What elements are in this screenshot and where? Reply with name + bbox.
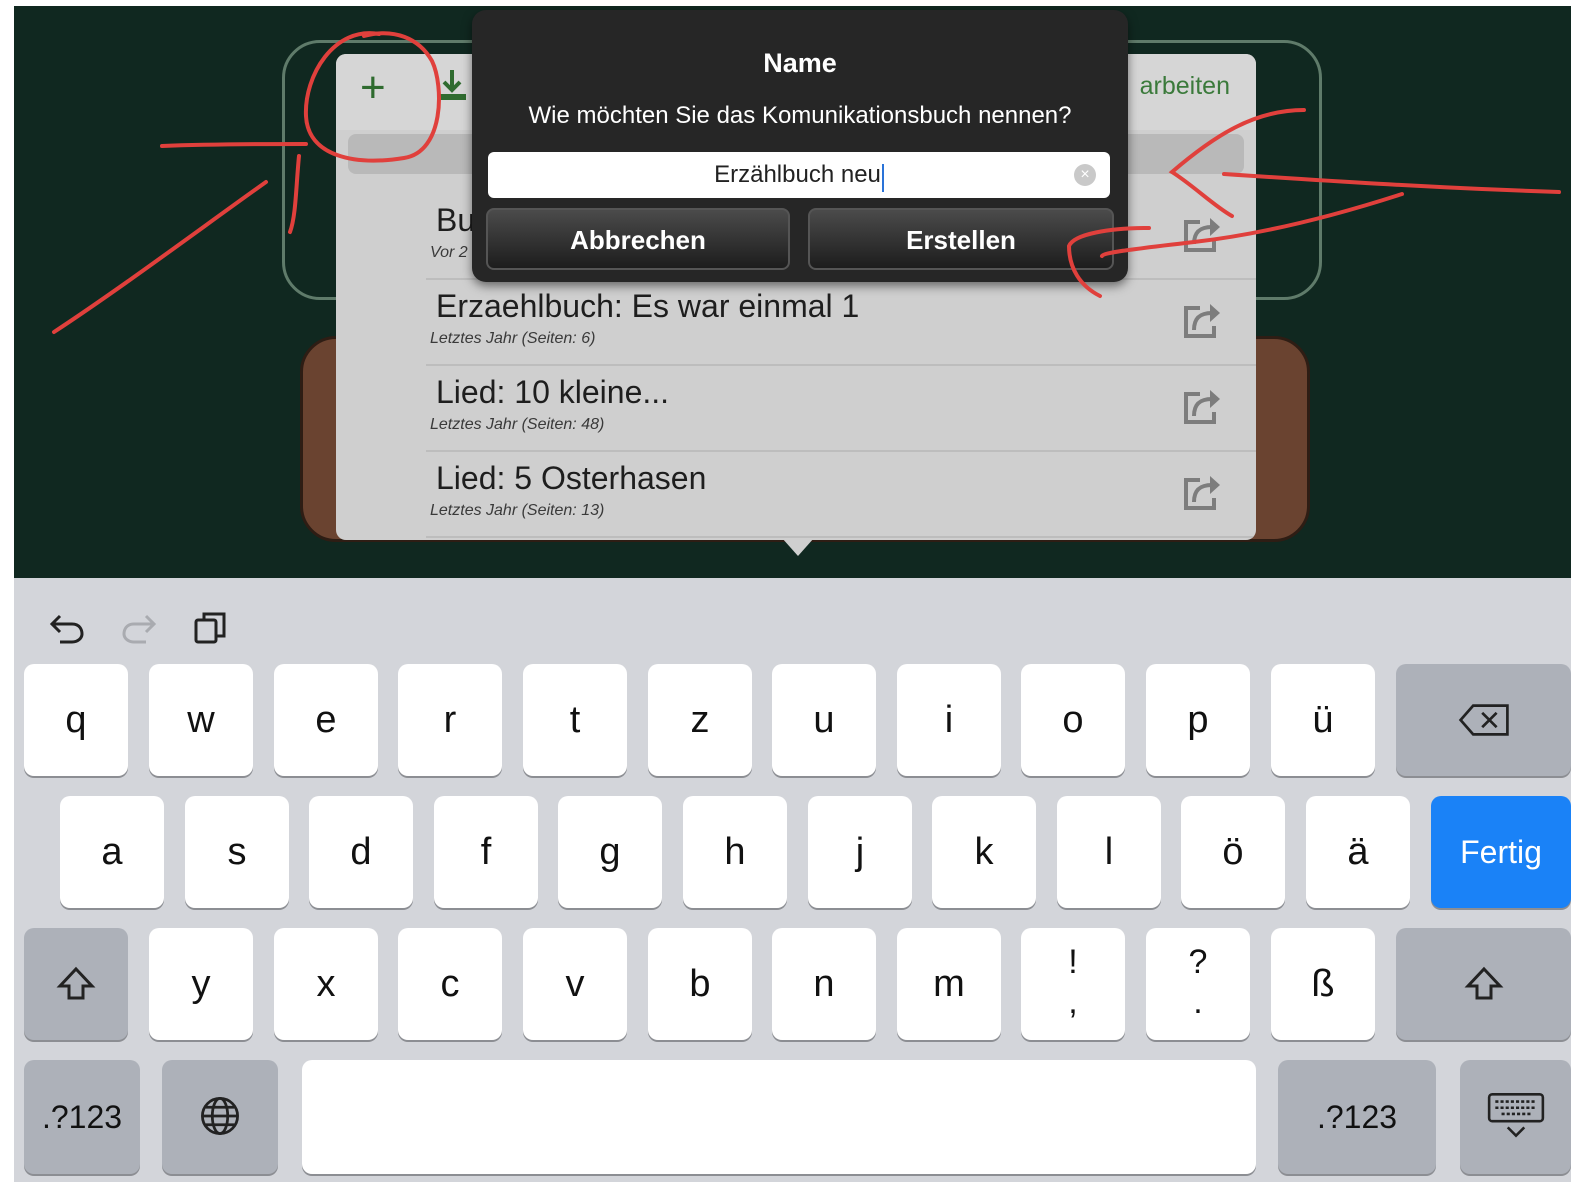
share-icon[interactable] — [1180, 298, 1224, 342]
done-key[interactable]: Fertig — [1431, 796, 1571, 908]
key-top-char: ? — [1188, 943, 1208, 981]
paste-icon[interactable] — [190, 608, 230, 648]
backspace-icon — [1458, 704, 1509, 736]
shift-icon — [56, 966, 96, 1000]
key-b[interactable]: b — [648, 928, 752, 1040]
book-subtitle: Letztes Jahr (Seiten: 48) — [430, 416, 605, 433]
key-p[interactable]: p — [1146, 664, 1250, 776]
clear-icon[interactable]: × — [1074, 164, 1096, 186]
key-o[interactable]: o — [1021, 664, 1125, 776]
key-q[interactable]: q — [24, 664, 128, 776]
key-o-umlaut[interactable]: ö — [1181, 796, 1285, 908]
key-v[interactable]: v — [523, 928, 627, 1040]
key-u[interactable]: u — [772, 664, 876, 776]
book-name-input[interactable]: Erzählbuch neu × — [488, 152, 1110, 198]
share-icon[interactable] — [1180, 470, 1224, 514]
dialog-title: Name — [763, 48, 837, 78]
key-e[interactable]: e — [274, 664, 378, 776]
key-u-umlaut[interactable]: ü — [1271, 664, 1375, 776]
key-j[interactable]: j — [808, 796, 912, 908]
list-item[interactable]: Lied: 10 kleine... Letztes Jahr (Seiten:… — [426, 366, 1256, 452]
keyboard: q w e r t z u i o p ü a s d f g h j k l … — [14, 578, 1571, 1182]
undo-icon[interactable] — [48, 608, 88, 648]
shift-left-key[interactable] — [24, 928, 128, 1040]
key-l[interactable]: l — [1057, 796, 1161, 908]
download-icon[interactable] — [432, 66, 472, 106]
key-z[interactable]: z — [648, 664, 752, 776]
book-title: Bu — [436, 202, 476, 238]
book-title: Erzaehlbuch: Es war einmal 1 — [436, 288, 860, 324]
key-f[interactable]: f — [434, 796, 538, 908]
key-top-char: ! — [1068, 943, 1078, 981]
key-y[interactable]: y — [149, 928, 253, 1040]
list-item[interactable]: Lied: 5 Osterhasen Letztes Jahr (Seiten:… — [426, 452, 1256, 538]
space-key[interactable] — [302, 1060, 1256, 1174]
book-subtitle: Vor 2 — [430, 244, 468, 261]
key-s[interactable]: s — [185, 796, 289, 908]
key-t[interactable]: t — [523, 664, 627, 776]
key-exclaim-comma[interactable]: ! , — [1021, 928, 1125, 1040]
key-eszett[interactable]: ß — [1271, 928, 1375, 1040]
keyboard-dismiss-icon — [1487, 1093, 1544, 1138]
dialog-message: Wie möchten Sie das Komunikationsbuch ne… — [528, 102, 1072, 129]
numbers-right-key[interactable]: .?123 — [1278, 1060, 1436, 1174]
key-question-period[interactable]: ? . — [1146, 928, 1250, 1040]
key-d[interactable]: d — [309, 796, 413, 908]
text-cursor — [881, 163, 884, 192]
edit-button[interactable]: arbeiten — [1140, 72, 1230, 101]
key-r[interactable]: r — [398, 664, 502, 776]
shift-icon — [1464, 966, 1503, 1000]
key-a-umlaut[interactable]: ä — [1306, 796, 1410, 908]
globe-icon — [201, 1097, 239, 1135]
key-i[interactable]: i — [897, 664, 1001, 776]
key-k[interactable]: k — [932, 796, 1036, 908]
share-icon[interactable] — [1180, 212, 1224, 256]
key-w[interactable]: w — [149, 664, 253, 776]
key-n[interactable]: n — [772, 928, 876, 1040]
book-title: Lied: 5 Osterhasen — [436, 460, 707, 496]
key-g[interactable]: g — [558, 796, 662, 908]
key-m[interactable]: m — [897, 928, 1001, 1040]
book-name-value: Erzählbuch neu — [714, 161, 881, 188]
globe-key[interactable] — [162, 1060, 278, 1174]
key-h[interactable]: h — [683, 796, 787, 908]
app-area: + arbeiten Bu Vor 2 Erzaehlbuch: Es war … — [14, 6, 1571, 578]
shift-right-key[interactable] — [1396, 928, 1571, 1040]
key-bottom-char: , — [1068, 983, 1078, 1021]
key-bottom-char: . — [1193, 983, 1203, 1021]
name-dialog: Name Wie möchten Sie das Komunikationsbu… — [472, 10, 1128, 282]
key-x[interactable]: x — [274, 928, 378, 1040]
popover-arrow — [782, 538, 814, 556]
book-title: Lied: 10 kleine... — [436, 374, 670, 410]
book-subtitle: Letztes Jahr (Seiten: 13) — [430, 502, 605, 519]
create-button[interactable]: Erstellen — [808, 208, 1114, 270]
redo-icon[interactable] — [118, 608, 158, 648]
key-a[interactable]: a — [60, 796, 164, 908]
add-book-button[interactable]: + — [360, 58, 386, 118]
dismiss-keyboard-key[interactable] — [1460, 1060, 1571, 1174]
book-subtitle: Letztes Jahr (Seiten: 6) — [430, 330, 596, 347]
list-item[interactable]: Erzaehlbuch: Es war einmal 1 Letztes Jah… — [426, 280, 1256, 366]
cancel-button[interactable]: Abbrechen — [486, 208, 790, 270]
screen: + arbeiten Bu Vor 2 Erzaehlbuch: Es war … — [14, 6, 1571, 1182]
key-c[interactable]: c — [398, 928, 502, 1040]
backspace-key[interactable] — [1396, 664, 1571, 776]
share-icon[interactable] — [1180, 384, 1224, 428]
numbers-left-key[interactable]: .?123 — [24, 1060, 140, 1174]
